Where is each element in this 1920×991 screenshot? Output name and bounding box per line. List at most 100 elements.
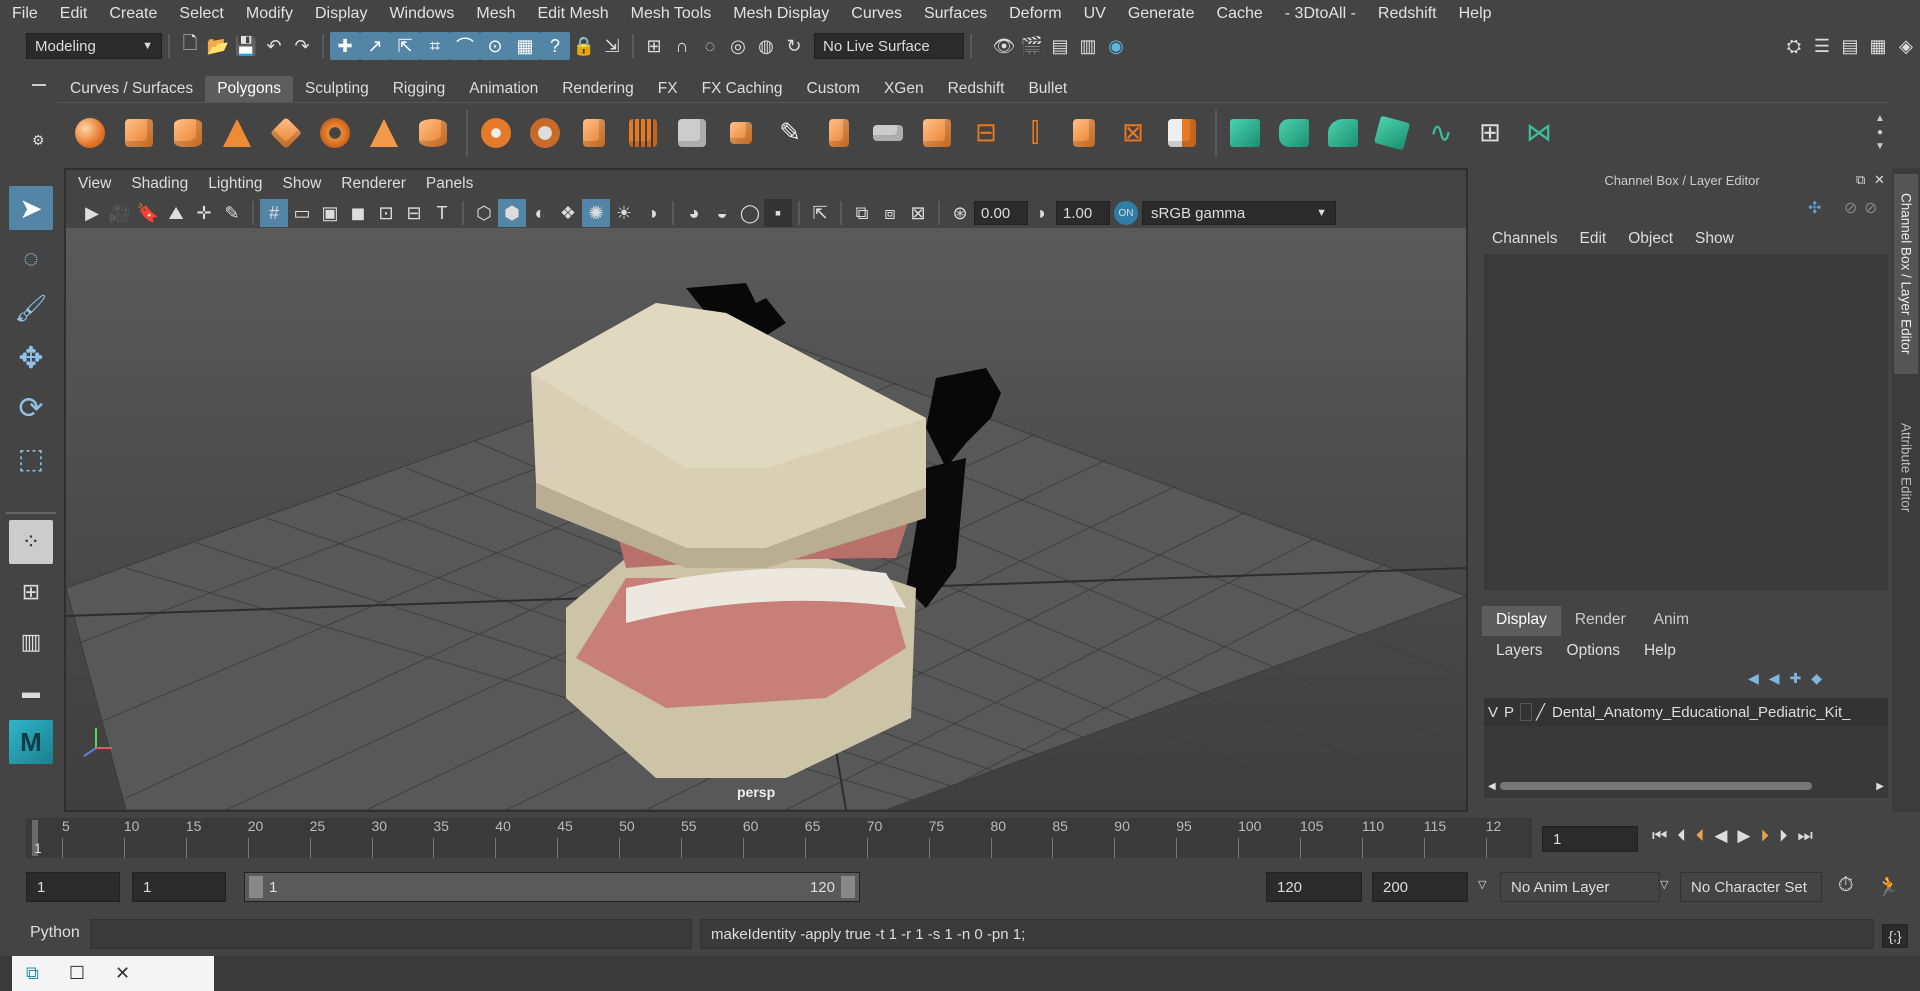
channel-list[interactable] — [1484, 254, 1888, 590]
render-settings-icon[interactable]: ▥ — [1074, 32, 1102, 60]
snap-point-toggle-icon[interactable]: ◌ — [696, 32, 724, 60]
menu-windows[interactable]: Windows — [389, 5, 454, 23]
playback-end-field[interactable]: 120 — [1266, 872, 1362, 902]
snap-grid-toggle-icon[interactable]: ⊞ — [640, 32, 668, 60]
poly-cylinder-icon[interactable] — [166, 111, 210, 155]
viewport-menu-shading[interactable]: Shading — [131, 175, 188, 193]
modeling-toolkit-icon[interactable]: ⛭ — [1780, 32, 1808, 60]
separate-icon[interactable] — [523, 111, 567, 155]
shelf-scroll[interactable]: ▲ ● ▼ — [1870, 112, 1890, 154]
menu-create[interactable]: Create — [109, 5, 157, 23]
tab-attribute-editor[interactable]: Attribute Editor — [1894, 398, 1918, 538]
snap-point-icon[interactable]: ⊙ — [480, 32, 510, 60]
xray-components-icon[interactable]: ⧈ — [876, 199, 904, 227]
poly-torus-icon[interactable] — [313, 111, 357, 155]
select-object-icon[interactable]: ↗ — [360, 32, 390, 60]
shelf-tab-fx[interactable]: FX — [646, 76, 690, 102]
depth-of-field-icon[interactable]: ◯ — [736, 199, 764, 227]
film-gate-icon[interactable]: ▭ — [288, 199, 316, 227]
playback-start-field[interactable]: 1 — [132, 872, 226, 902]
attribute-editor-toggle-icon[interactable]: ☰ — [1808, 32, 1836, 60]
color-space-selector[interactable]: sRGB gamma ▼ — [1142, 201, 1336, 225]
gamma-icon[interactable]: ◗ — [1028, 199, 1056, 227]
layer-visibility[interactable]: V — [1488, 704, 1504, 721]
make-live-icon[interactable]: ↻ — [780, 32, 808, 60]
render-frame-icon[interactable]: 🎬 — [1018, 32, 1046, 60]
shelf-tab-animation[interactable]: Animation — [457, 76, 550, 102]
image-plane-icon[interactable]: ⛰ — [162, 199, 190, 227]
gate-mask-icon[interactable]: ◼ — [344, 199, 372, 227]
snap-curve-icon[interactable]: ⌒ — [450, 32, 480, 60]
new-scene-icon[interactable]: 🗋 — [176, 32, 204, 60]
layer-menu-help[interactable]: Help — [1644, 642, 1676, 660]
lasso-tool-icon[interactable]: ◌ — [9, 236, 53, 280]
layer-tab-anim[interactable]: Anim — [1640, 606, 1703, 636]
layer-playback[interactable]: P — [1504, 704, 1520, 721]
layer-editor-toggle-icon[interactable]: ◈ — [1892, 32, 1920, 60]
hypershade-icon[interactable]: ◉ — [1102, 32, 1130, 60]
new-layer-selected-icon[interactable]: ◆ — [1811, 670, 1822, 687]
poly-plane-icon[interactable] — [264, 111, 308, 155]
paint-select-tool-icon[interactable]: 🖌 — [9, 286, 53, 330]
snap-live-icon[interactable]: ◍ — [752, 32, 780, 60]
use-all-lights-icon[interactable]: ✺ — [582, 199, 610, 227]
timeline-track[interactable]: 5 10 15 20 25 30 35 40 45 50 55 60 65 70 75 80 85 90 95 100… — [26, 818, 1532, 858]
channel-box-menu-edit[interactable]: Edit — [1580, 230, 1607, 248]
grid-icon[interactable]: # — [260, 199, 288, 227]
menu-edit[interactable]: Edit — [60, 5, 88, 23]
multi-cut-icon[interactable]: ✎ — [768, 111, 812, 155]
range-handle-end[interactable] — [841, 876, 855, 898]
xray-joints-icon[interactable]: ⧉ — [848, 199, 876, 227]
mirror-icon[interactable] — [572, 111, 616, 155]
anim-prefs-icon[interactable]: 🏃 — [1876, 874, 1901, 899]
menu-edit-mesh[interactable]: Edit Mesh — [537, 5, 608, 23]
xray-icon[interactable]: ⇱ — [806, 199, 834, 227]
combine-icon[interactable] — [474, 111, 518, 155]
channel-box-toggle-icon[interactable]: ▦ — [1864, 32, 1892, 60]
play-backward-icon[interactable]: ◀ — [1714, 826, 1727, 846]
remesh-icon[interactable] — [719, 111, 763, 155]
layer-type[interactable] — [1520, 703, 1532, 721]
move-layer-down-icon[interactable]: ◀ — [1769, 670, 1780, 687]
smooth-shade-icon[interactable]: ⬢ — [498, 199, 526, 227]
offset-edge-loop-icon[interactable]: ⫿ — [1013, 111, 1057, 155]
smooth-icon[interactable] — [621, 111, 665, 155]
menu-redshift[interactable]: Redshift — [1378, 5, 1437, 23]
script-editor-icon[interactable]: {;} — [1882, 924, 1908, 948]
open-scene-icon[interactable]: 📂 — [204, 32, 232, 60]
bevel-icon[interactable] — [915, 111, 959, 155]
poly-pipe-icon[interactable] — [411, 111, 455, 155]
camera-bookmark-icon[interactable]: 🎥 — [106, 199, 134, 227]
poly-sphere-icon[interactable] — [68, 111, 112, 155]
anim-layer-chevron-icon[interactable]: ▽ — [1478, 878, 1486, 891]
menu-cache[interactable]: Cache — [1217, 5, 1263, 23]
insert-edge-loop-icon[interactable]: ⊟ — [964, 111, 1008, 155]
snap-curve-toggle-icon[interactable]: ∩ — [668, 32, 696, 60]
select-hierarchy-icon[interactable]: ✚ — [330, 32, 360, 60]
wireframe-icon[interactable]: ⬡ — [470, 199, 498, 227]
safe-action-icon[interactable]: ⊟ — [400, 199, 428, 227]
color-management-icon[interactable]: ON — [1114, 201, 1138, 225]
four-view-layout-icon[interactable]: ⊞ — [9, 570, 53, 614]
poly-pyramid-icon[interactable] — [362, 111, 406, 155]
grease-pencil-icon[interactable]: ✎ — [218, 199, 246, 227]
shadows-icon[interactable]: ☀ — [610, 199, 638, 227]
uv-editor-icon[interactable]: ⊞ — [1468, 111, 1512, 155]
ipr-render-icon[interactable]: ▤ — [1046, 32, 1074, 60]
wireframe-on-shaded-icon[interactable]: ◐ — [526, 199, 554, 227]
step-back-frame-icon[interactable]: ⏴ — [1696, 826, 1705, 846]
layer-color-icon[interactable]: ╱ — [1536, 703, 1552, 721]
viewport-menu-show[interactable]: Show — [283, 175, 322, 193]
speed-toggle-icon[interactable]: ⊘ — [1864, 198, 1877, 218]
manip-toggle-icon[interactable]: ⊘ — [1844, 198, 1857, 218]
auto-key-icon[interactable]: ⏱ — [1838, 874, 1854, 897]
safe-title-icon[interactable]: T — [428, 199, 456, 227]
bookmark-icon[interactable]: 🔖 — [134, 199, 162, 227]
layer-tab-display[interactable]: Display — [1482, 606, 1561, 636]
uv-unfold-icon[interactable]: ∿ — [1419, 111, 1463, 155]
menu-help[interactable]: Help — [1459, 5, 1492, 23]
go-to-start-icon[interactable]: ⏮ — [1652, 826, 1667, 846]
menu-display[interactable]: Display — [315, 5, 367, 23]
channel-box-menu-show[interactable]: Show — [1695, 230, 1734, 248]
step-back-key-icon[interactable]: ⏴ — [1677, 826, 1686, 846]
